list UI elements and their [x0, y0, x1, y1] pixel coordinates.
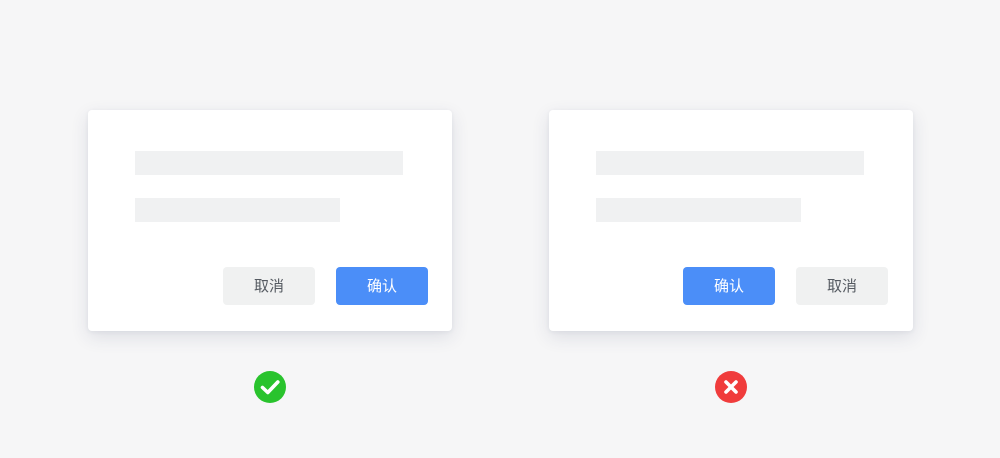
- dialog-example-incorrect: 确认 取消: [549, 110, 913, 331]
- check-circle-icon: [253, 370, 287, 404]
- dialog-example-correct: 取消 确认: [88, 110, 452, 331]
- content-placeholder-line-2: [596, 198, 801, 222]
- cancel-button[interactable]: 取消: [223, 267, 315, 305]
- cancel-button[interactable]: 取消: [796, 267, 888, 305]
- content-placeholder-line-1: [596, 151, 864, 175]
- confirm-button[interactable]: 确认: [683, 267, 775, 305]
- content-placeholder-line-1: [135, 151, 403, 175]
- x-circle-icon: [714, 370, 748, 404]
- content-placeholder-line-2: [135, 198, 340, 222]
- confirm-button[interactable]: 确认: [336, 267, 428, 305]
